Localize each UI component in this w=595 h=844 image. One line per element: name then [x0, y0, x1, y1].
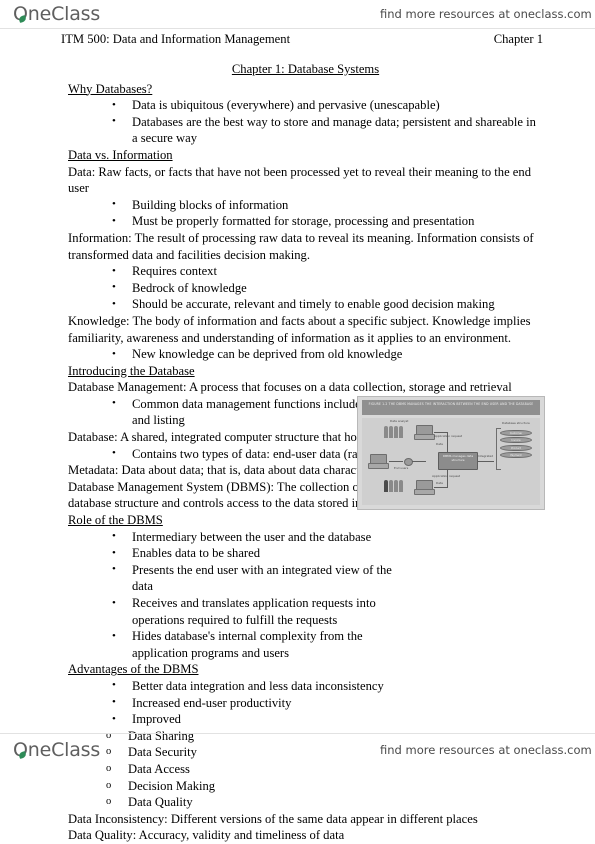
connector-line — [478, 461, 494, 462]
list-item: Building blocks of information — [112, 196, 543, 214]
people-group-bottom — [384, 480, 403, 492]
figure-label-app-request-top: Application request — [434, 434, 463, 438]
list-item: Increased end-user productivity — [112, 694, 543, 712]
computer-icon-bottom — [414, 480, 435, 495]
person-icon — [389, 426, 393, 438]
person-icon — [389, 480, 393, 492]
footer-promo-text: find more resources at oneclass.com — [380, 743, 592, 757]
bullet-list-advantages: Better data integration and less data in… — [68, 677, 543, 728]
computer-icon-top — [414, 425, 435, 440]
list-item: Should be accurate, relevant and timely … — [112, 296, 543, 313]
person-icon — [384, 480, 388, 492]
footer-brand-band: OneClass find more resources at oneclass… — [0, 736, 595, 764]
connector-line — [434, 432, 448, 433]
figure-label-database-structure: Database structure — [502, 421, 530, 425]
logo-text: OneClass — [13, 739, 101, 761]
connector-line — [412, 461, 426, 462]
list-item: Data Quality — [106, 794, 543, 811]
header-divider — [0, 28, 595, 29]
oneclass-logo-footer: OneClass — [13, 739, 100, 761]
list-item: Receives and translates application requ… — [112, 594, 402, 628]
section-heading-why-databases: Why Databases? — [68, 81, 153, 96]
oneclass-logo: OneClass — [13, 3, 100, 25]
definition-database-management: Database Management: A process that focu… — [68, 380, 512, 395]
list-item: Data is ubiquitous (everywhere) and perv… — [112, 97, 543, 114]
people-group-top — [384, 426, 403, 438]
person-icon — [394, 480, 398, 492]
definition-data: Data: Raw facts, or facts that have not … — [68, 164, 531, 196]
figure-label-integrated: Integrated — [478, 454, 494, 458]
list-item: Better data integration and less data in… — [112, 677, 543, 695]
database-stack: Customer Invoice Product Payment — [496, 428, 532, 470]
list-item: Must be properly formatted for storage, … — [112, 213, 543, 230]
monitor-base — [368, 463, 389, 469]
list-item: Requires context — [112, 263, 543, 280]
definition-information: Information: The result of processing ra… — [68, 230, 534, 262]
monitor-base — [414, 489, 435, 495]
figure-label-end-user: End users — [394, 466, 409, 470]
database-table: Product — [500, 444, 532, 451]
section-heading-data-vs-information: Data vs. Information — [68, 147, 173, 162]
database-table: Invoice — [500, 437, 532, 444]
definition-data-inconsistency: Data Inconsistency: Different versions o… — [68, 811, 478, 826]
page-title: Chapter 1: Database Systems — [68, 61, 543, 78]
dbms-interaction-figure: FIGURE 1.2 THE DBMS MANAGES THE INTERACT… — [357, 396, 545, 510]
list-item: Bedrock of knowledge — [112, 279, 543, 297]
connector-line — [434, 487, 448, 488]
figure-caption: FIGURE 1.2 THE DBMS MANAGES THE INTERACT… — [362, 400, 540, 415]
running-head: ITM 500: Data and Information Management… — [0, 31, 595, 48]
figure-label-app-request-bottom: Application request — [432, 474, 461, 478]
section-heading-advantages-of-the-dbms: Advantages of the DBMS — [68, 662, 199, 677]
computer-icon-middle — [368, 454, 389, 469]
list-item: Improved — [112, 711, 543, 728]
list-item: Databases are the best way to store and … — [112, 113, 543, 147]
figure-label-data-bottom: Data — [436, 481, 443, 485]
list-item: Hides database's internal complexity fro… — [112, 628, 402, 661]
definition-data-quality: Data Quality: Accuracy, validity and tim… — [68, 828, 345, 843]
person-icon — [399, 480, 403, 492]
network-hub-icon — [404, 458, 413, 466]
database-table: Customer — [500, 430, 532, 436]
list-item: Enables data to be shared — [112, 545, 402, 562]
logo-text: OneClass — [13, 3, 101, 25]
bullet-list-knowledge: New knowledge can be deprived from old k… — [68, 346, 543, 363]
figure-label-data-top: Data — [436, 442, 443, 446]
list-item: New knowledge can be deprived from old k… — [112, 346, 543, 363]
figure-diagram: Data analyst End users DBMS manages data… — [362, 418, 540, 505]
bullet-list-information: Requires context Bedrock of knowledge Sh… — [68, 263, 543, 313]
figure-label-data-analyst: Data analyst — [390, 419, 409, 423]
person-icon — [399, 426, 403, 438]
list-item: Decision Making — [106, 778, 543, 795]
person-icon — [394, 426, 398, 438]
dbms-box: DBMS manages data structure — [438, 452, 478, 470]
running-head-chapter: Chapter 1 — [493, 32, 543, 46]
section-heading-role-of-the-dbms: Role of the DBMS — [68, 513, 163, 528]
header-promo-text: find more resources at oneclass.com — [380, 7, 592, 21]
running-head-course: ITM 500: Data and Information Management — [61, 32, 291, 46]
bullet-list-data: Building blocks of information Must be p… — [68, 196, 543, 230]
section-heading-introducing-the-database: Introducing the Database — [68, 363, 195, 378]
bullet-list-why-databases: Data is ubiquitous (everywhere) and perv… — [68, 97, 543, 147]
footer-divider — [0, 733, 595, 734]
list-item: Presents the end user with an integrated… — [112, 561, 402, 595]
bullet-list-role-of-the-dbms: Intermediary between the user and the da… — [68, 529, 402, 662]
database-table: Payment — [500, 452, 532, 459]
stack-bracket — [496, 428, 501, 470]
page-title-text: Chapter 1: Database Systems — [231, 62, 380, 76]
connector-line — [389, 461, 403, 462]
connector-line — [447, 470, 448, 488]
header-brand-band: OneClass find more resources at oneclass… — [0, 0, 595, 28]
role-of-dbms-block: Intermediary between the user and the da… — [68, 529, 543, 662]
monitor-base — [414, 434, 435, 440]
list-item: Intermediary between the user and the da… — [112, 529, 402, 546]
person-icon — [384, 426, 388, 438]
definition-knowledge: Knowledge: The body of information and f… — [68, 313, 531, 345]
